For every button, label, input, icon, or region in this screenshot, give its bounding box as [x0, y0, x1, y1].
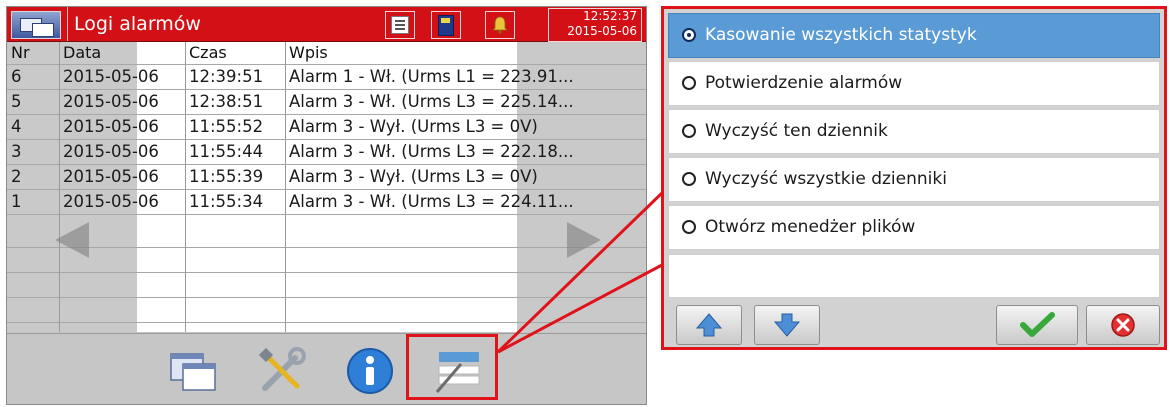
cell-date: 2015-05-06 [63, 192, 159, 211]
cell-entry: Alarm 3 - Wł. (Urms L3 = 222.18... [289, 142, 574, 161]
tools-icon[interactable] [255, 344, 309, 398]
arrow-down-icon [773, 313, 801, 337]
cell-entry: Alarm 3 - Wł. (Urms L3 = 225.14... [289, 92, 574, 111]
options-menu: Kasowanie wszystkich statystyk Potwierdz… [661, 6, 1167, 350]
radio-icon [682, 76, 696, 90]
cancel-button[interactable] [1086, 305, 1160, 345]
confirm-button[interactable] [996, 305, 1078, 345]
checkmark-icon [1020, 312, 1055, 337]
cell-date: 2015-05-06 [63, 117, 159, 136]
table-row[interactable]: 1 2015-05-06 11:55:34 Alarm 3 - Wł. (Urm… [7, 190, 646, 214]
table-row[interactable]: 6 2015-05-06 12:39:51 Alarm 1 - Wł. (Urm… [7, 65, 646, 89]
radio-icon [682, 124, 696, 138]
cell-time: 11:55:52 [189, 117, 264, 136]
cell-date: 2015-05-06 [63, 92, 159, 111]
radio-icon [682, 220, 696, 234]
cell-nr: 4 [11, 117, 22, 136]
column-header-nr[interactable]: Nr [7, 42, 59, 64]
cell-entry: Alarm 3 - Wył. (Urms L3 = 0V) [289, 117, 538, 136]
title-bar: Logi alarmów 12:52:37 2015-05-06 [7, 7, 646, 42]
cell-date: 2015-05-06 [63, 142, 159, 161]
arrow-up-icon [695, 313, 723, 337]
scroll-up-button[interactable] [676, 305, 742, 345]
list-icon[interactable] [385, 11, 415, 39]
cell-nr: 1 [11, 192, 22, 211]
scroll-down-button[interactable] [754, 305, 820, 345]
log-table: Nr Data Czas Wpis 6 2015-05-06 12:39:51 … [7, 42, 646, 332]
option-acknowledge-alarms[interactable]: Potwierdzenie alarmów [668, 61, 1160, 106]
cell-nr: 6 [11, 67, 22, 86]
window-icon[interactable] [11, 11, 61, 39]
cell-nr: 5 [11, 92, 22, 111]
option-label: Wyczyść wszystkie dzienniki [705, 169, 947, 189]
clock: 12:52:37 2015-05-06 [548, 8, 642, 42]
option-label: Kasowanie wszystkich statystyk [705, 25, 977, 45]
radio-icon [682, 172, 696, 186]
screen-title: Logi alarmów [67, 7, 374, 41]
cell-nr: 2 [11, 167, 22, 186]
column-header-data[interactable]: Data [59, 42, 185, 64]
cell-entry: Alarm 1 - Wł. (Urms L1 = 223.91... [289, 67, 574, 86]
empty-option-slot [668, 254, 1160, 298]
option-label: Otwórz menedżer plików [705, 217, 916, 237]
clock-date: 2015-05-06 [567, 24, 637, 38]
cell-time: 11:55:44 [189, 142, 264, 161]
windows-icon[interactable] [167, 344, 221, 398]
cell-date: 2015-05-06 [63, 67, 159, 86]
sd-card-icon[interactable] [431, 11, 461, 39]
clock-time: 12:52:37 [583, 9, 637, 23]
info-icon[interactable] [343, 344, 397, 398]
column-header-czas[interactable]: Czas [185, 42, 285, 64]
bell-icon[interactable] [485, 11, 515, 39]
table-header: Nr Data Czas Wpis [7, 42, 646, 64]
cancel-icon [1111, 313, 1135, 337]
option-label: Wyczyść ten dziennik [705, 121, 888, 141]
option-open-file-manager[interactable]: Otwórz menedżer plików [668, 205, 1160, 250]
column-header-wpis[interactable]: Wpis [285, 42, 525, 64]
cell-time: 12:38:51 [189, 92, 264, 111]
alarm-log-screen: Logi alarmów 12:52:37 2015-05-06 Nr Data… [6, 6, 647, 405]
table-row[interactable]: 2 2015-05-06 11:55:39 Alarm 3 - Wył. (Ur… [7, 165, 646, 189]
option-clear-all-logs[interactable]: Wyczyść wszystkie dzienniki [668, 157, 1160, 202]
option-clear-this-log[interactable]: Wyczyść ten dziennik [668, 109, 1160, 154]
cell-nr: 3 [11, 142, 22, 161]
option-reset-statistics[interactable]: Kasowanie wszystkich statystyk [668, 13, 1160, 58]
cell-date: 2015-05-06 [63, 167, 159, 186]
cell-time: 11:55:39 [189, 167, 264, 186]
radio-selected-icon [682, 28, 696, 42]
previous-arrow-icon[interactable] [55, 222, 89, 258]
table-row[interactable]: 4 2015-05-06 11:55:52 Alarm 3 - Wył. (Ur… [7, 115, 646, 139]
cell-time: 11:55:34 [189, 192, 264, 211]
bottom-toolbar [7, 333, 646, 404]
highlight-box [406, 334, 498, 400]
table-row[interactable]: 3 2015-05-06 11:55:44 Alarm 3 - Wł. (Urm… [7, 140, 646, 164]
next-arrow-icon[interactable] [567, 222, 601, 258]
cell-entry: Alarm 3 - Wył. (Urms L3 = 0V) [289, 167, 538, 186]
cell-time: 12:39:51 [189, 67, 264, 86]
cell-entry: Alarm 3 - Wł. (Urms L3 = 224.11... [289, 192, 574, 211]
table-row[interactable]: 5 2015-05-06 12:38:51 Alarm 3 - Wł. (Urm… [7, 90, 646, 114]
option-label: Potwierdzenie alarmów [705, 73, 903, 93]
